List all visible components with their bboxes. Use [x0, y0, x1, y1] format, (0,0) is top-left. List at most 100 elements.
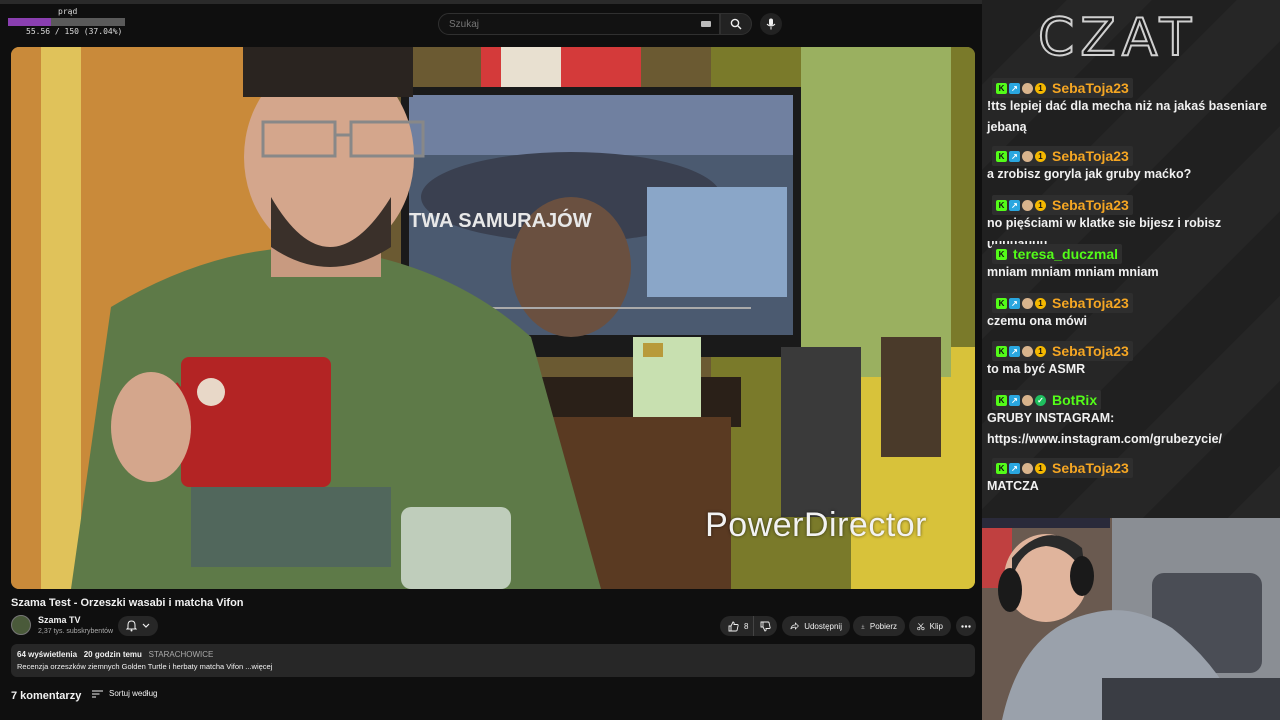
webcam-overlay: [982, 518, 1280, 720]
download-label: Pobierz: [869, 621, 897, 631]
chat-username[interactable]: SebaToja23: [1052, 197, 1129, 213]
clip-label: Klip: [929, 621, 943, 631]
kick-badge-icon: K: [996, 199, 1007, 211]
webcam-frame: [982, 518, 1280, 720]
sort-comments-button[interactable]: Sortuj według: [92, 689, 157, 698]
screen: prąd 55.56 / 150 (37.04%) Szukaj TWA SAM…: [0, 0, 1280, 720]
chat-message-header: K ↗ 1 SebaToja23: [992, 293, 1133, 313]
chat-username[interactable]: SebaToja23: [1052, 295, 1129, 311]
overlay-progress-fill: [8, 18, 52, 26]
chat-message-text: !tts lepiej dać dla mecha niż na jakaś b…: [987, 99, 1267, 134]
kick-badge-icon: K: [996, 150, 1007, 162]
more-actions-button[interactable]: [956, 616, 976, 636]
chat-logo: CZAT: [1037, 7, 1198, 69]
overlay-progress-bar: [8, 18, 125, 26]
overlay-label: prąd: [58, 7, 78, 16]
svg-text:TWA SAMURAJÓW: TWA SAMURAJÓW: [409, 208, 592, 232]
chevron-down-icon: [142, 623, 150, 628]
chat-message-text: MATCZA: [987, 479, 1039, 493]
subscriber-badge-icon: 1: [1035, 82, 1046, 94]
chat-message-header: K ↗ 1 SebaToja23: [992, 146, 1133, 166]
chat-username[interactable]: teresa_duczmal: [1013, 246, 1118, 262]
subscriber-badge-icon: 1: [1035, 150, 1046, 162]
moderator-badge-icon: ↗: [1009, 82, 1020, 94]
avatar-badge-icon: [1022, 394, 1033, 406]
moderator-badge-icon: ↗: [1009, 345, 1020, 357]
download-button[interactable]: Pobierz: [853, 616, 905, 636]
chat-message-header: K ↗ 1 SebaToja23: [992, 195, 1133, 215]
more-horizontal-icon: [961, 624, 971, 628]
share-button[interactable]: Udostępnij: [782, 616, 850, 636]
like-count: 8: [744, 621, 749, 631]
chat-username[interactable]: BotRix: [1052, 392, 1097, 408]
kick-badge-icon: K: [996, 462, 1007, 474]
chat-username[interactable]: SebaToja23: [1052, 148, 1129, 164]
chat-message-text: mniam mniam mniam mniam: [987, 265, 1159, 279]
moderator-badge-icon: ↗: [1009, 297, 1020, 309]
view-count: 64 wyświetlenia: [17, 650, 78, 659]
search-box[interactable]: [438, 13, 720, 35]
chat-username[interactable]: SebaToja23: [1052, 80, 1129, 96]
comments-count: 7 komentarzy: [11, 690, 82, 702]
bell-icon: [126, 620, 137, 632]
scissors-icon: [917, 622, 925, 630]
moderator-badge-icon: ↗: [1009, 394, 1020, 406]
download-icon: [861, 624, 865, 628]
search-icon: [730, 18, 742, 30]
chat-username[interactable]: SebaToja23: [1052, 343, 1129, 359]
avatar-badge-icon: [1022, 297, 1033, 309]
avatar-badge-icon: [1022, 462, 1033, 474]
avatar-badge-icon: [1022, 150, 1033, 162]
subscriber-badge-icon: 1: [1035, 199, 1046, 211]
avatar-badge-icon: [1022, 199, 1033, 211]
overlay-progress-text: 55.56 / 150 (37.04%): [26, 27, 123, 36]
video-title: Szama Test - Orzeszki wasabi i matcha Vi…: [11, 597, 244, 609]
subscriber-badge-icon: 1: [1035, 297, 1046, 309]
moderator-badge-icon: ↗: [1009, 150, 1020, 162]
subscriber-count: 2,37 tys. subskrybentów: [38, 628, 114, 635]
notifications-button[interactable]: [118, 616, 158, 636]
avatar-badge-icon: [1022, 345, 1033, 357]
description-box[interactable]: 64 wyświetlenia 20 godzin temu STARACHOW…: [11, 644, 975, 677]
kick-badge-icon: K: [996, 297, 1007, 309]
kick-badge-icon: K: [996, 82, 1007, 94]
microphone-icon: [766, 18, 776, 30]
hashtag[interactable]: STARACHOWICE: [149, 650, 214, 659]
chat-message-text: to ma być ASMR: [987, 362, 1086, 376]
thumbs-up-icon: [728, 621, 739, 631]
thumbs-down-icon: [760, 621, 771, 631]
clip-button[interactable]: Klip: [909, 616, 951, 636]
chat-message-header: K ↗ 1 SebaToja23: [992, 458, 1133, 478]
share-icon: [790, 622, 799, 630]
search-input[interactable]: [449, 17, 699, 32]
description-meta: 64 wyświetlenia 20 godzin temu STARACHOW…: [17, 650, 213, 659]
chat-message-text: czemu ona mówi: [987, 314, 1088, 328]
chat-message-text: GRUBY INSTAGRAM: https://www.instagram.c…: [987, 411, 1222, 446]
chat-message-header: K ↗ 1 SebaToja23: [992, 78, 1133, 98]
sort-label: Sortuj według: [109, 689, 158, 698]
upload-time: 20 godzin temu: [83, 650, 142, 659]
chat-message-header: K ↗ 1 SebaToja23: [992, 341, 1133, 361]
search-button[interactable]: [720, 13, 752, 35]
top-bar: prąd 55.56 / 150 (37.04%): [0, 0, 982, 40]
moderator-badge-icon: ↗: [1009, 462, 1020, 474]
subscriber-badge-icon: 1: [1035, 462, 1046, 474]
chat-message-text: a zrobisz goryla jak gruby maćko?: [987, 167, 1192, 181]
kick-badge-icon: K: [996, 248, 1007, 260]
voice-search-button[interactable]: [760, 13, 782, 35]
moderator-badge-icon: ↗: [1009, 199, 1020, 211]
keyboard-icon[interactable]: [701, 21, 711, 27]
kick-badge-icon: K: [996, 394, 1007, 406]
description-text: Recenzja orzeszków ziemnych Golden Turtl…: [17, 662, 273, 671]
sort-icon: [92, 690, 103, 697]
video-player[interactable]: TWA SAMURAJÓW PowerDirector: [11, 47, 975, 589]
share-label: Udostępnij: [804, 621, 842, 631]
chat-username[interactable]: SebaToja23: [1052, 460, 1129, 476]
dislike-button[interactable]: [753, 616, 777, 636]
chat-message-header: K ↗ ✓ BotRix: [992, 390, 1102, 410]
channel-avatar[interactable]: [11, 615, 31, 635]
chat-message-header: Kteresa_duczmal: [992, 244, 1123, 264]
verified-badge-icon: ✓: [1035, 394, 1046, 406]
channel-name[interactable]: Szama TV: [38, 615, 81, 625]
video-watermark: PowerDirector: [705, 506, 927, 544]
